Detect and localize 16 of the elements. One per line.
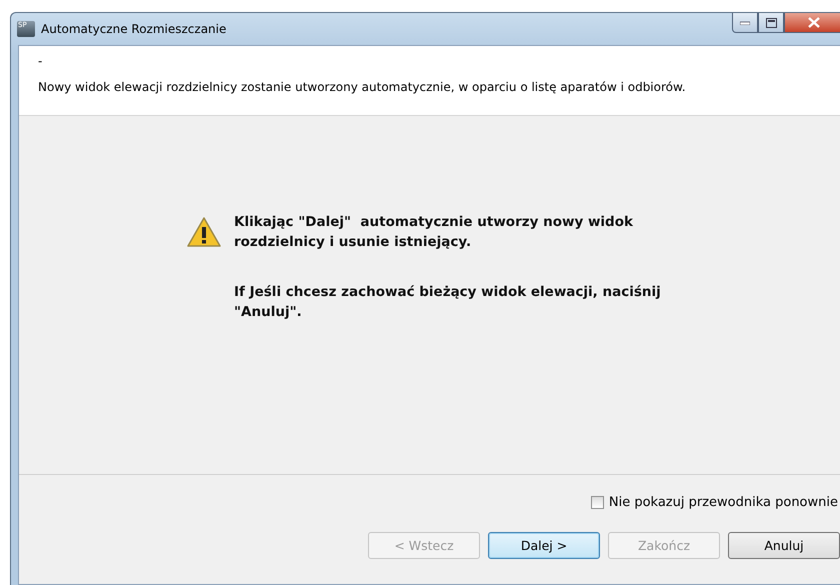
minimize-icon (740, 20, 750, 24)
cancel-button[interactable]: Anuluj (728, 532, 840, 559)
message-text: Klikając "Dalej" automatycznie utworzy nowy widok rozdzielnicy i usunie istniejący. (234, 213, 634, 252)
window-title: Automatyczne Rozmieszczanie (41, 22, 226, 36)
minimize-button[interactable] (732, 13, 758, 33)
next-button[interactable]: Dalej > (488, 532, 600, 559)
warning-icon (186, 216, 222, 248)
header-title: - (38, 54, 44, 70)
message-text: If Jeśli chcesz zachować bieżący widok elewacji, naciśnij "Anuluj". (234, 283, 662, 322)
maximize-icon (766, 18, 776, 28)
close-icon (808, 17, 820, 28)
close-button[interactable] (784, 13, 840, 33)
header-description: Nowy widok elewacji rozdzielnicy zostanie utworzony automatycznie, w oparciu o listę aparatów i odbiorów. (38, 80, 687, 94)
checkbox[interactable] (590, 496, 604, 509)
maximize-button[interactable] (758, 13, 784, 33)
checkbox-label: Nie pokazuj przewodnika ponownie (608, 495, 838, 510)
